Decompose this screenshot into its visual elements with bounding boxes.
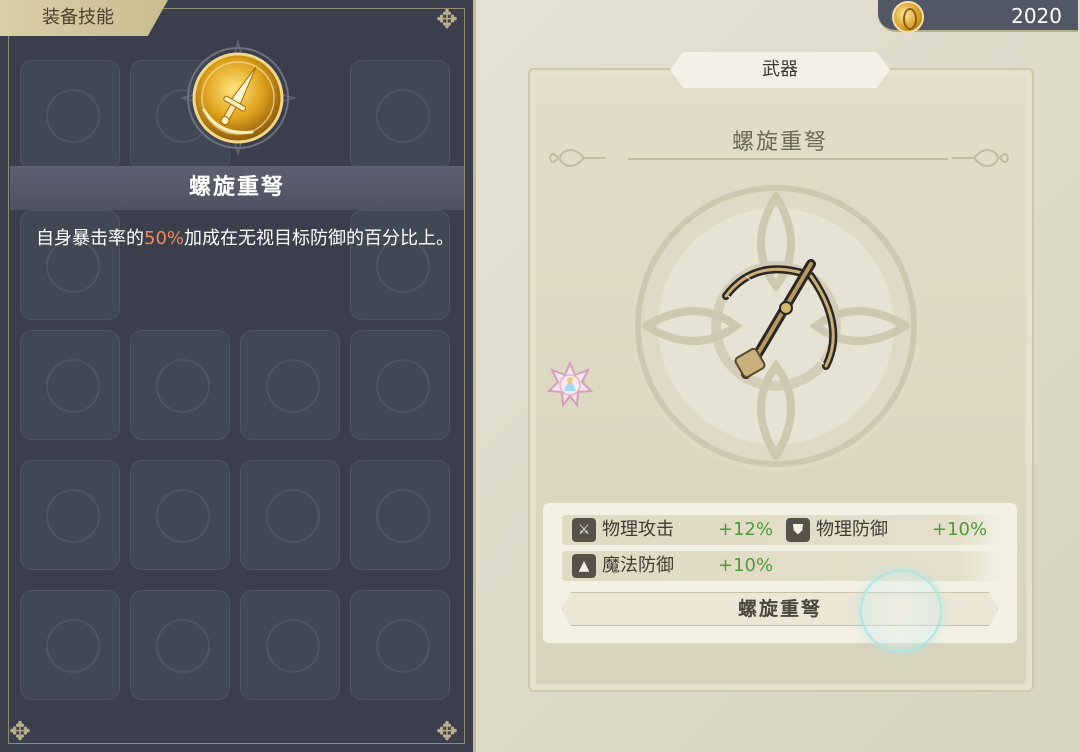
item-category-tab: 武器 bbox=[670, 52, 890, 88]
flourish-left-icon bbox=[548, 149, 606, 167]
stat-value: +12% bbox=[718, 519, 774, 540]
dagger-medal-icon bbox=[180, 40, 296, 156]
equip-skill-tab[interactable]: 装备技能 bbox=[0, 0, 168, 36]
rarity-badge-icon[interactable] bbox=[547, 361, 593, 407]
corner-ornament-icon: ✥ bbox=[9, 717, 31, 747]
stat-name: 魔法防御 bbox=[602, 555, 674, 576]
currency-bar: 2020 bbox=[878, 0, 1078, 33]
corner-ornament-icon: ✥ bbox=[436, 5, 458, 35]
touch-ripple bbox=[860, 570, 942, 652]
gold-coin-icon bbox=[892, 1, 924, 33]
skill-description: 自身暴击率的50%加成在无视目标防御的百分比上。 bbox=[36, 224, 456, 254]
item-name: 螺旋重弩 bbox=[731, 130, 828, 155]
sword-icon: ⚔ bbox=[572, 518, 596, 542]
stat-value: +10% bbox=[932, 519, 988, 540]
skill-panel: 装备技能 ✥ ✥ ✥ 螺旋重弩 自身暴击率的50%加成在无视目标防御的百分比上。 bbox=[0, 0, 476, 752]
crossbow-icon bbox=[722, 259, 838, 379]
currency-value: 2020 bbox=[1011, 4, 1062, 28]
flourish-right-icon bbox=[952, 149, 1010, 167]
description-text: 加成在无视目标防御的百分比上。 bbox=[184, 228, 455, 249]
wizard-hat-icon: ▲ bbox=[572, 554, 596, 578]
title-divider bbox=[628, 158, 948, 160]
stat-name: 物理防御 bbox=[816, 519, 888, 540]
crit-percent-highlight: 50% bbox=[144, 228, 185, 249]
stat-name: 物理攻击 bbox=[602, 519, 674, 540]
description-text: 自身暴击率的 bbox=[36, 228, 144, 249]
background-skill-grid bbox=[20, 60, 460, 750]
stat-value: +10% bbox=[718, 555, 774, 576]
shield-icon: ⛊ bbox=[786, 518, 810, 542]
corner-ornament-icon: ✥ bbox=[436, 717, 458, 747]
skill-name: 螺旋重弩 bbox=[10, 166, 464, 210]
